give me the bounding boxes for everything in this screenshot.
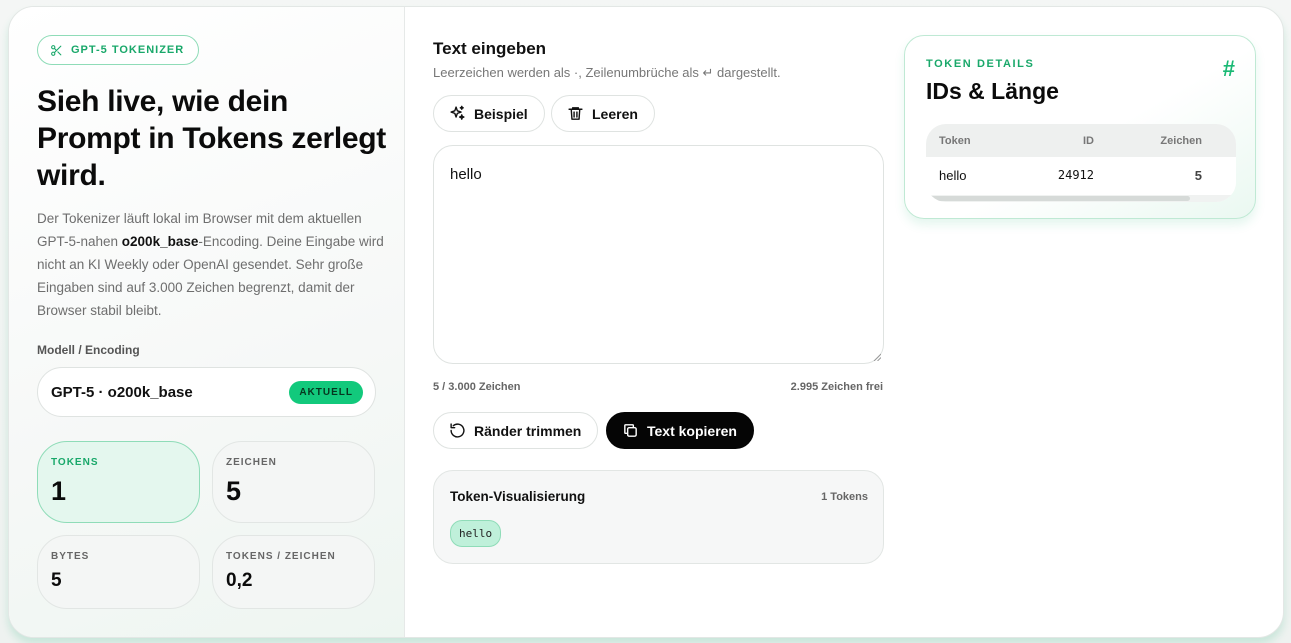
resize-handle-icon[interactable] xyxy=(873,353,881,361)
desc-encoding: o200k_base xyxy=(121,234,199,249)
column-id: ID xyxy=(1083,134,1094,147)
stat-label: TOKENS xyxy=(51,457,99,468)
viz-title: Token-Visualisierung xyxy=(450,489,586,504)
char-count: 5 / 3.000 Zeichen xyxy=(433,381,521,393)
model-select[interactable]: GPT-5 · o200k_base AKTUELL xyxy=(37,367,376,417)
table-header: Token ID Zeichen xyxy=(926,124,1236,157)
table-scrollbar[interactable] xyxy=(926,195,1236,202)
stat-value: 5 xyxy=(51,570,62,591)
cell-token: hello xyxy=(939,167,967,183)
product-badge-label: GPT-5 TOKENIZER xyxy=(71,44,185,56)
stat-value: 1 xyxy=(51,476,67,506)
scissors-icon xyxy=(51,44,62,56)
hero-title: Sieh live, wie dein Prompt in Tokens zer… xyxy=(37,85,386,192)
hero-description: Der Tokenizer läuft lokal im Browser mit… xyxy=(37,207,387,322)
stat-label: TOKENS / ZEICHEN xyxy=(226,551,336,562)
card-kicker: TOKEN DETAILS xyxy=(926,58,1035,70)
stat-characters: ZEICHEN 5 xyxy=(212,441,375,523)
stat-value: 0,2 xyxy=(226,570,253,591)
rotate-ccw-icon xyxy=(450,423,465,438)
copy-icon xyxy=(624,424,637,437)
current-badge: AKTUELL xyxy=(289,380,363,404)
example-button-label: Beispiel xyxy=(474,105,528,122)
trash-icon xyxy=(568,107,583,120)
cell-chars: 5 xyxy=(1194,167,1202,183)
hash-icon: # xyxy=(1222,56,1235,81)
input-subtitle: Leerzeichen werden als ·, Zeilenumbrüche… xyxy=(433,65,781,80)
clear-button[interactable]: Leeren xyxy=(551,95,655,132)
copy-text-button-label: Text kopieren xyxy=(647,422,737,439)
column-token: Token xyxy=(939,134,971,147)
token-chip: hello xyxy=(450,520,502,547)
stat-bytes: BYTES 5 xyxy=(37,535,200,609)
input-title: Text eingeben xyxy=(433,39,547,58)
trim-button-label: Ränder trimmen xyxy=(474,422,582,439)
chars-remaining: 2.995 Zeichen frei xyxy=(790,381,883,393)
sparkles-icon xyxy=(450,105,465,120)
model-name: GPT-5 · o200k_base xyxy=(51,383,193,401)
stat-tokens-per-char: TOKENS / ZEICHEN 0,2 xyxy=(212,535,375,609)
token-visualization: Token-Visualisierung 1 Tokens hello xyxy=(433,470,884,564)
text-input[interactable] xyxy=(433,145,884,364)
stat-label: BYTES xyxy=(51,551,90,562)
scrollbar-thumb[interactable] xyxy=(928,196,1190,201)
example-button[interactable]: Beispiel xyxy=(433,95,545,132)
token-details-card: TOKEN DETAILS IDs & Länge # Token ID Zei… xyxy=(904,35,1256,219)
app-frame: GPT-5 TOKENIZER Sieh live, wie dein Prom… xyxy=(8,6,1284,638)
table-row: hello 24912 5 xyxy=(926,157,1236,193)
cell-id: 24912 xyxy=(1057,168,1094,182)
clear-button-label: Leeren xyxy=(592,105,638,122)
stat-label: ZEICHEN xyxy=(226,457,277,468)
intro-panel: GPT-5 TOKENIZER Sieh live, wie dein Prom… xyxy=(9,7,405,637)
viz-token-count: 1 Tokens xyxy=(821,491,868,503)
stat-tokens: TOKENS 1 xyxy=(37,441,200,523)
copy-text-button[interactable]: Text kopieren xyxy=(606,412,754,449)
column-chars: Zeichen xyxy=(1160,134,1202,147)
stat-value: 5 xyxy=(226,476,242,506)
trim-button[interactable]: Ränder trimmen xyxy=(433,412,599,449)
token-table: Token ID Zeichen hello 24912 5 xyxy=(926,124,1236,202)
model-label: Modell / Encoding xyxy=(37,343,140,357)
card-title: IDs & Länge xyxy=(926,78,1059,104)
product-badge: GPT-5 TOKENIZER xyxy=(37,35,200,65)
